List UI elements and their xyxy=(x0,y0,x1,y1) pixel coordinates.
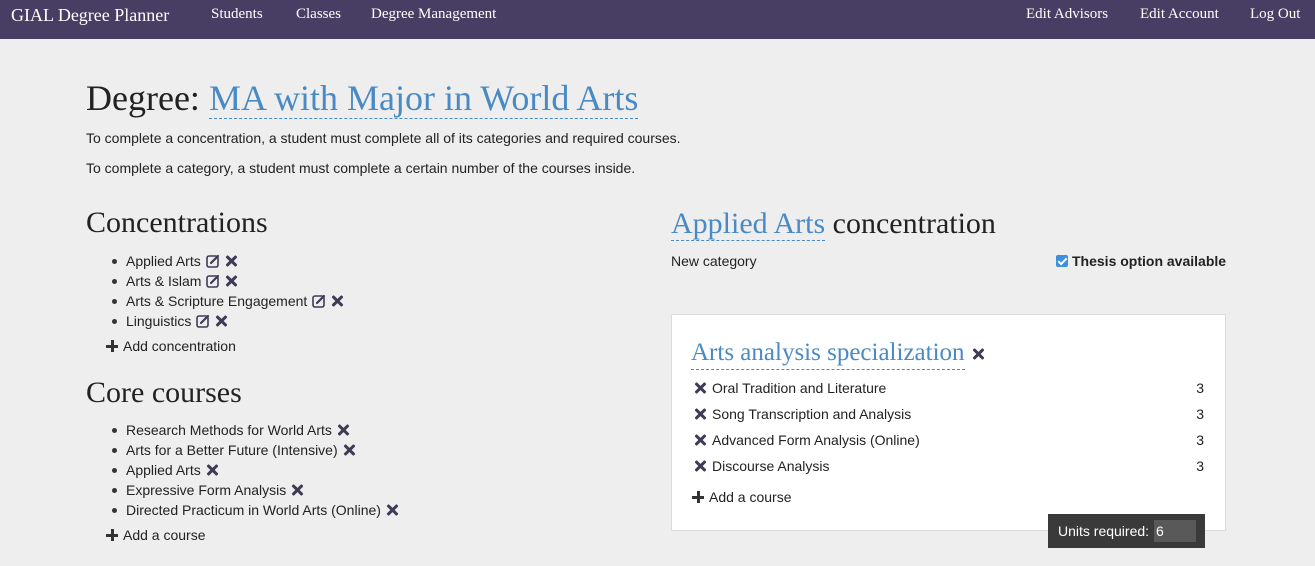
course-name: Oral Tradition and Literature xyxy=(712,380,887,396)
table-row: Song Transcription and Analysis 3 xyxy=(692,404,1204,424)
nav-edit-advisors[interactable]: Edit Advisors xyxy=(1026,6,1108,23)
table-row: Discourse Analysis 3 xyxy=(692,456,1204,476)
units-required-label: Units required: xyxy=(1058,523,1150,539)
course-name: Song Transcription and Analysis xyxy=(712,406,912,422)
concentration-link[interactable]: Arts & Scripture Engagement xyxy=(126,291,307,311)
plus-icon xyxy=(106,529,118,541)
concentrations-heading: Concentrations xyxy=(86,206,268,239)
brand-link[interactable]: GIAL Degree Planner xyxy=(11,5,169,26)
delete-icon[interactable] xyxy=(694,434,706,446)
delete-icon[interactable] xyxy=(694,408,706,420)
table-row: Oral Tradition and Literature 3 xyxy=(692,378,1204,398)
core-course-name: Applied Arts xyxy=(126,462,201,478)
core-courses-heading: Core courses xyxy=(86,376,242,409)
list-item: Applied Arts xyxy=(110,460,398,480)
new-category-link[interactable]: New category xyxy=(671,253,757,269)
nav-log-out[interactable]: Log Out xyxy=(1250,6,1300,23)
add-category-course-button[interactable]: Add a course xyxy=(692,489,792,505)
edit-icon[interactable] xyxy=(206,274,220,288)
delete-icon[interactable] xyxy=(225,255,237,267)
course-name: Discourse Analysis xyxy=(712,458,830,474)
delete-icon[interactable] xyxy=(331,295,343,307)
units-required-input[interactable]: 6 xyxy=(1154,520,1197,542)
delete-icon[interactable] xyxy=(694,460,706,472)
table-row: Advanced Form Analysis (Online) 3 xyxy=(692,430,1204,450)
list-item: Arts & Scripture Engagement xyxy=(110,291,343,311)
core-course-name: Directed Practicum in World Arts (Online… xyxy=(126,502,381,518)
core-courses-list: Research Methods for World Arts Arts for… xyxy=(110,420,398,520)
list-item: Linguistics xyxy=(110,311,343,331)
delete-icon[interactable] xyxy=(694,382,706,394)
delete-icon[interactable] xyxy=(206,464,218,476)
add-category-course-label: Add a course xyxy=(709,489,792,505)
concentration-link[interactable]: Arts & Islam xyxy=(126,271,201,291)
course-units: 3 xyxy=(1196,406,1204,422)
category-name-link[interactable]: Arts analysis specialization xyxy=(691,337,965,370)
thesis-option[interactable]: Thesis option available xyxy=(1056,253,1226,269)
plus-icon xyxy=(692,491,704,503)
nav-edit-account[interactable]: Edit Account xyxy=(1140,6,1219,23)
delete-icon[interactable] xyxy=(337,424,349,436)
page-title: Degree: MA with Major in World Arts xyxy=(86,77,639,119)
concentration-suffix: concentration xyxy=(832,207,996,240)
add-core-course-label: Add a course xyxy=(123,527,206,543)
delete-icon[interactable] xyxy=(343,444,355,456)
course-name: Advanced Form Analysis (Online) xyxy=(712,432,920,448)
concentration-name-link[interactable]: Applied Arts xyxy=(671,207,826,241)
units-required-tooltip: Units required: 6 xyxy=(1048,514,1205,548)
thesis-label: Thesis option available xyxy=(1072,253,1227,269)
navbar: GIAL Degree Planner Students Classes Deg… xyxy=(0,0,1315,39)
category-title: Arts analysis specialization xyxy=(691,337,984,370)
nav-degree-management[interactable]: Degree Management xyxy=(371,6,496,23)
add-concentration-button[interactable]: Add concentration xyxy=(106,338,236,354)
plus-icon xyxy=(106,340,118,352)
degree-name-link[interactable]: MA with Major in World Arts xyxy=(208,78,639,119)
edit-icon[interactable] xyxy=(205,254,220,268)
nav-classes[interactable]: Classes xyxy=(296,6,341,23)
core-course-name: Arts for a Better Future (Intensive) xyxy=(126,442,338,458)
category-panel: Arts analysis specialization Oral Tradit… xyxy=(671,314,1226,531)
edit-icon[interactable] xyxy=(312,294,326,308)
list-item: Expressive Form Analysis xyxy=(110,480,398,500)
add-concentration-label: Add concentration xyxy=(123,338,236,354)
delete-icon[interactable] xyxy=(291,484,303,496)
degree-label: Degree: xyxy=(86,78,200,118)
list-item: Directed Practicum in World Arts (Online… xyxy=(110,500,398,520)
edit-icon[interactable] xyxy=(196,314,210,328)
degree-info-category: To complete a category, a student must c… xyxy=(86,160,636,176)
concentration-link[interactable]: Applied Arts xyxy=(126,251,201,271)
concentration-title: Applied Arts concentration xyxy=(671,205,996,243)
delete-icon[interactable] xyxy=(215,315,227,327)
list-item: Applied Arts xyxy=(110,251,343,271)
delete-icon[interactable] xyxy=(225,275,237,287)
delete-icon[interactable] xyxy=(386,504,398,516)
list-item: Arts & Islam xyxy=(110,271,343,291)
core-course-name: Research Methods for World Arts xyxy=(126,422,332,438)
list-item: Arts for a Better Future (Intensive) xyxy=(110,440,398,460)
nav-students[interactable]: Students xyxy=(211,6,263,23)
concentration-link[interactable]: Linguistics xyxy=(126,311,191,331)
course-units: 3 xyxy=(1196,380,1204,396)
thesis-checkbox[interactable] xyxy=(1056,255,1068,267)
core-course-name: Expressive Form Analysis xyxy=(126,482,287,498)
delete-category-icon[interactable] xyxy=(972,348,984,360)
add-core-course-button[interactable]: Add a course xyxy=(106,527,206,543)
course-units: 3 xyxy=(1196,458,1204,474)
course-units: 3 xyxy=(1196,432,1204,448)
degree-info-concentration: To complete a concentration, a student m… xyxy=(86,130,681,146)
concentrations-list: Applied Arts Arts & Islam Arts & Scriptu… xyxy=(110,251,343,331)
list-item: Research Methods for World Arts xyxy=(110,420,398,440)
